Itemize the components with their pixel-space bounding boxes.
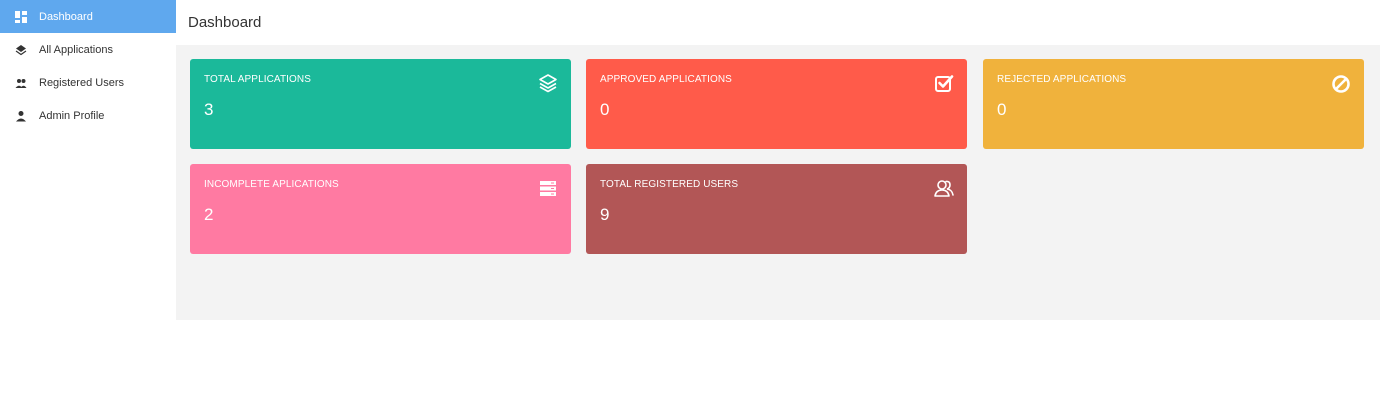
person-icon [14, 109, 27, 122]
card-value: 3 [204, 100, 214, 119]
card-label: TOTAL APPLICATIONS [204, 74, 312, 85]
page-title: Dashboard [188, 14, 262, 31]
sidebar-item-admin-profile[interactable]: Admin Profile [0, 99, 176, 132]
layers-icon [537, 72, 559, 94]
card-value: 2 [204, 205, 214, 224]
sidebar-item-label: Dashboard [39, 10, 93, 23]
incomplete-applications-card[interactable]: INCOMPLETE APLICATIONS 2 [190, 164, 571, 254]
sidebar-item-registered-users[interactable]: Registered Users [0, 66, 176, 99]
sidebar-item-dashboard[interactable]: Dashboard [0, 0, 176, 33]
card-label: APPROVED APPLICATIONS [600, 74, 732, 85]
sidebar: Dashboard All Applications Registered Us… [0, 0, 176, 408]
total-registered-users-card[interactable]: TOTAL REGISTERED USERS 9 [586, 164, 967, 254]
page-header: Dashboard [176, 0, 1380, 45]
layers-icon [14, 43, 27, 56]
card-value: 0 [997, 100, 1007, 119]
sidebar-item-label: All Applications [39, 43, 113, 56]
rejected-applications-card[interactable]: REJECTED APPLICATIONS 0 [983, 59, 1364, 149]
dashboard-icon [14, 10, 27, 23]
ban-icon [1330, 72, 1352, 94]
sidebar-item-label: Admin Profile [39, 109, 105, 122]
card-label: TOTAL REGISTERED USERS [600, 179, 739, 190]
approved-applications-card[interactable]: APPROVED APPLICATIONS 0 [586, 59, 967, 149]
sidebar-item-label: Registered Users [39, 76, 124, 89]
users-icon [14, 76, 27, 89]
card-label: REJECTED APPLICATIONS [997, 74, 1127, 85]
server-icon [537, 177, 559, 199]
total-applications-card[interactable]: TOTAL APPLICATIONS 3 [190, 59, 571, 149]
sidebar-item-all-applications[interactable]: All Applications [0, 33, 176, 66]
checkbox-icon [933, 72, 955, 94]
card-value: 0 [600, 100, 610, 119]
dashboard-content: TOTAL APPLICATIONS 3 APPROVED APPLICATIO… [176, 45, 1380, 320]
card-label: INCOMPLETE APLICATIONS [204, 179, 339, 190]
card-value: 9 [600, 205, 610, 224]
users-outline-icon [933, 177, 955, 199]
